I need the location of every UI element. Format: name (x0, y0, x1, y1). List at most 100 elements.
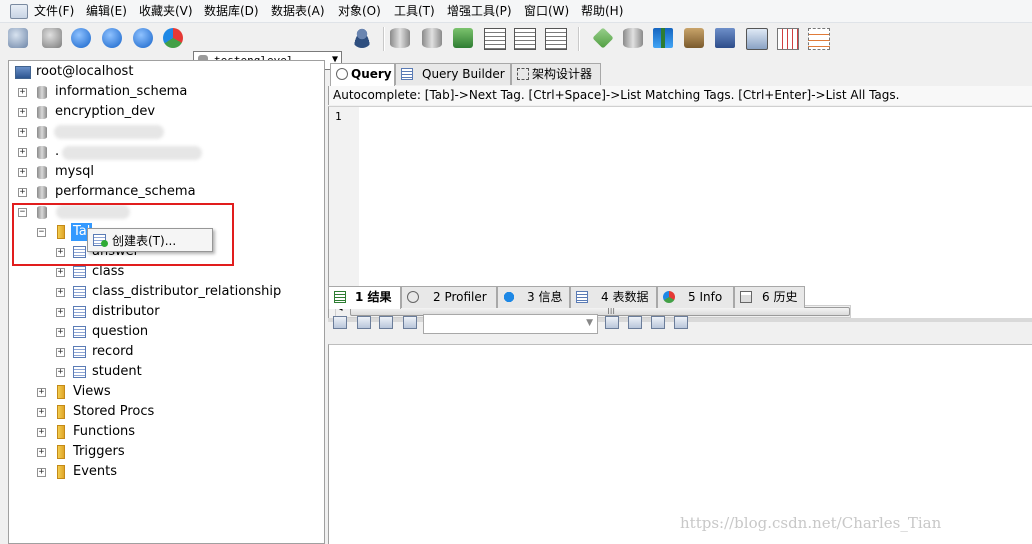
expand-icon[interactable]: + (56, 328, 65, 337)
disk-icon[interactable] (628, 316, 642, 329)
restore-icon[interactable] (420, 26, 444, 50)
tree-db-redacted-1[interactable]: + (18, 123, 318, 141)
report-icon[interactable] (713, 26, 737, 50)
grid-view-icon[interactable] (333, 316, 347, 329)
export-result-icon[interactable] (403, 316, 417, 329)
expand-icon[interactable]: + (37, 388, 46, 397)
tab-label: 1 结果 (355, 290, 392, 304)
copy-result-icon[interactable] (651, 316, 665, 329)
tab-query[interactable]: Query (330, 63, 395, 86)
tab-table-data[interactable]: 4 表数据 (570, 286, 657, 308)
query-icon[interactable] (161, 26, 185, 50)
tree-table-class-distributor-relationship[interactable]: + class_distributor_relationship (56, 283, 316, 301)
query-area: Query Query Builder 架构设计器 Autocomplete: … (328, 60, 1032, 544)
expand-icon[interactable]: + (37, 408, 46, 417)
folder-name: Events (73, 464, 118, 479)
tab-label: Query Builder (422, 67, 505, 81)
layout-icon[interactable] (806, 26, 830, 50)
expand-icon[interactable]: + (18, 188, 27, 197)
form-view-icon[interactable] (379, 316, 393, 329)
tab-schema-designer[interactable]: 架构设计器 (511, 63, 601, 85)
schema-icon[interactable] (512, 26, 536, 50)
import-icon[interactable] (451, 26, 475, 50)
tab-info[interactable]: 5 Info (657, 286, 734, 308)
menu-favorites[interactable]: 收藏夹(V) (139, 3, 193, 19)
delete-result-icon[interactable] (674, 316, 688, 329)
expand-icon[interactable]: + (56, 348, 65, 357)
chevron-down-icon: ▼ (586, 318, 593, 328)
menu-edit[interactable]: 编辑(E) (86, 3, 127, 19)
expand-icon[interactable]: + (37, 428, 46, 437)
wizard-icon[interactable] (591, 26, 615, 50)
result-select[interactable]: ▼ (423, 314, 598, 334)
menu-power-tools[interactable]: 增强工具(P) (447, 3, 512, 19)
connect-icon[interactable] (6, 26, 30, 50)
tab-profiler[interactable]: 2 Profiler (401, 286, 497, 308)
profiler-icon (407, 291, 419, 303)
tree-db-performance-schema[interactable]: + performance_schema (18, 183, 318, 201)
menu-tools[interactable]: 工具(T) (394, 3, 435, 19)
new-connection-icon[interactable] (40, 26, 64, 50)
sync-icon[interactable] (543, 26, 567, 50)
tree-folder-triggers[interactable]: + Triggers (37, 443, 237, 461)
settings-icon[interactable] (682, 26, 706, 50)
tree-folder-functions[interactable]: + Functions (37, 423, 237, 441)
expand-icon[interactable]: + (37, 448, 46, 457)
refresh-icon[interactable] (131, 26, 155, 50)
save-result-icon[interactable] (605, 316, 619, 329)
back-icon[interactable] (69, 26, 93, 50)
schema-designer-icon (517, 68, 529, 80)
tree-table-question[interactable]: + question (56, 323, 316, 341)
image-icon[interactable] (744, 26, 768, 50)
menu-bar: 文件(F) 编辑(E) 收藏夹(V) 数据库(D) 数据表(A) 对象(O) 工… (0, 0, 1032, 23)
expand-icon[interactable]: + (56, 268, 65, 277)
menu-table[interactable]: 数据表(A) (271, 3, 325, 19)
database-name: . (55, 144, 60, 159)
database-icon (37, 146, 47, 159)
tree-db-encryption-dev[interactable]: + encryption_dev (18, 103, 318, 121)
context-menu-create-table[interactable]: 创建表(T)... (112, 232, 176, 249)
expand-icon[interactable]: + (18, 168, 27, 177)
context-menu: 创建表(T)... (87, 228, 213, 252)
expand-icon[interactable]: + (37, 468, 46, 477)
tab-history[interactable]: 6 历史 (734, 286, 805, 308)
menu-file[interactable]: 文件(F) (34, 3, 74, 19)
expand-icon[interactable]: + (18, 108, 27, 117)
expand-icon[interactable]: + (18, 128, 27, 137)
user-manager-icon[interactable] (350, 26, 374, 50)
menu-help[interactable]: 帮助(H) (581, 3, 623, 19)
forward-icon[interactable] (100, 26, 124, 50)
redacted-name (62, 146, 202, 160)
tab-label: Query (351, 67, 392, 81)
tree-folder-stored-procs[interactable]: + Stored Procs (37, 403, 237, 421)
tab-info-cn[interactable]: 3 信息 (497, 286, 570, 308)
menu-object[interactable]: 对象(O) (338, 3, 381, 19)
tree-db-mysql[interactable]: + mysql (18, 163, 318, 181)
tab-label: 2 Profiler (433, 290, 487, 304)
grid-icon[interactable] (775, 26, 799, 50)
text-view-icon[interactable] (357, 316, 371, 329)
expand-icon[interactable]: + (56, 368, 65, 377)
tree-table-student[interactable]: + student (56, 363, 316, 381)
tab-result[interactable]: 1 结果 (328, 286, 401, 309)
tree-db-information-schema[interactable]: + information_schema (18, 83, 318, 101)
menu-database[interactable]: 数据库(D) (204, 3, 259, 19)
menu-window[interactable]: 窗口(W) (524, 3, 569, 19)
expand-icon[interactable]: + (56, 308, 65, 317)
backup-icon[interactable] (388, 26, 412, 50)
tree-table-distributor[interactable]: + distributor (56, 303, 316, 321)
expand-icon[interactable]: + (18, 88, 27, 97)
tree-table-record[interactable]: + record (56, 343, 316, 361)
data-sync-icon[interactable] (621, 26, 645, 50)
tree-folder-views[interactable]: + Views (37, 383, 237, 401)
tree-db-redacted-2[interactable]: + . (18, 143, 318, 161)
expand-icon[interactable]: + (18, 148, 27, 157)
tree-folder-events[interactable]: + Events (37, 463, 237, 481)
table-icon (73, 366, 86, 378)
copy-icon[interactable] (651, 26, 675, 50)
folder-name: Triggers (73, 444, 125, 459)
expand-icon[interactable]: + (56, 288, 65, 297)
tab-query-builder[interactable]: Query Builder (395, 63, 511, 85)
tab-label: 4 表数据 (601, 290, 649, 304)
export-icon[interactable] (482, 26, 506, 50)
